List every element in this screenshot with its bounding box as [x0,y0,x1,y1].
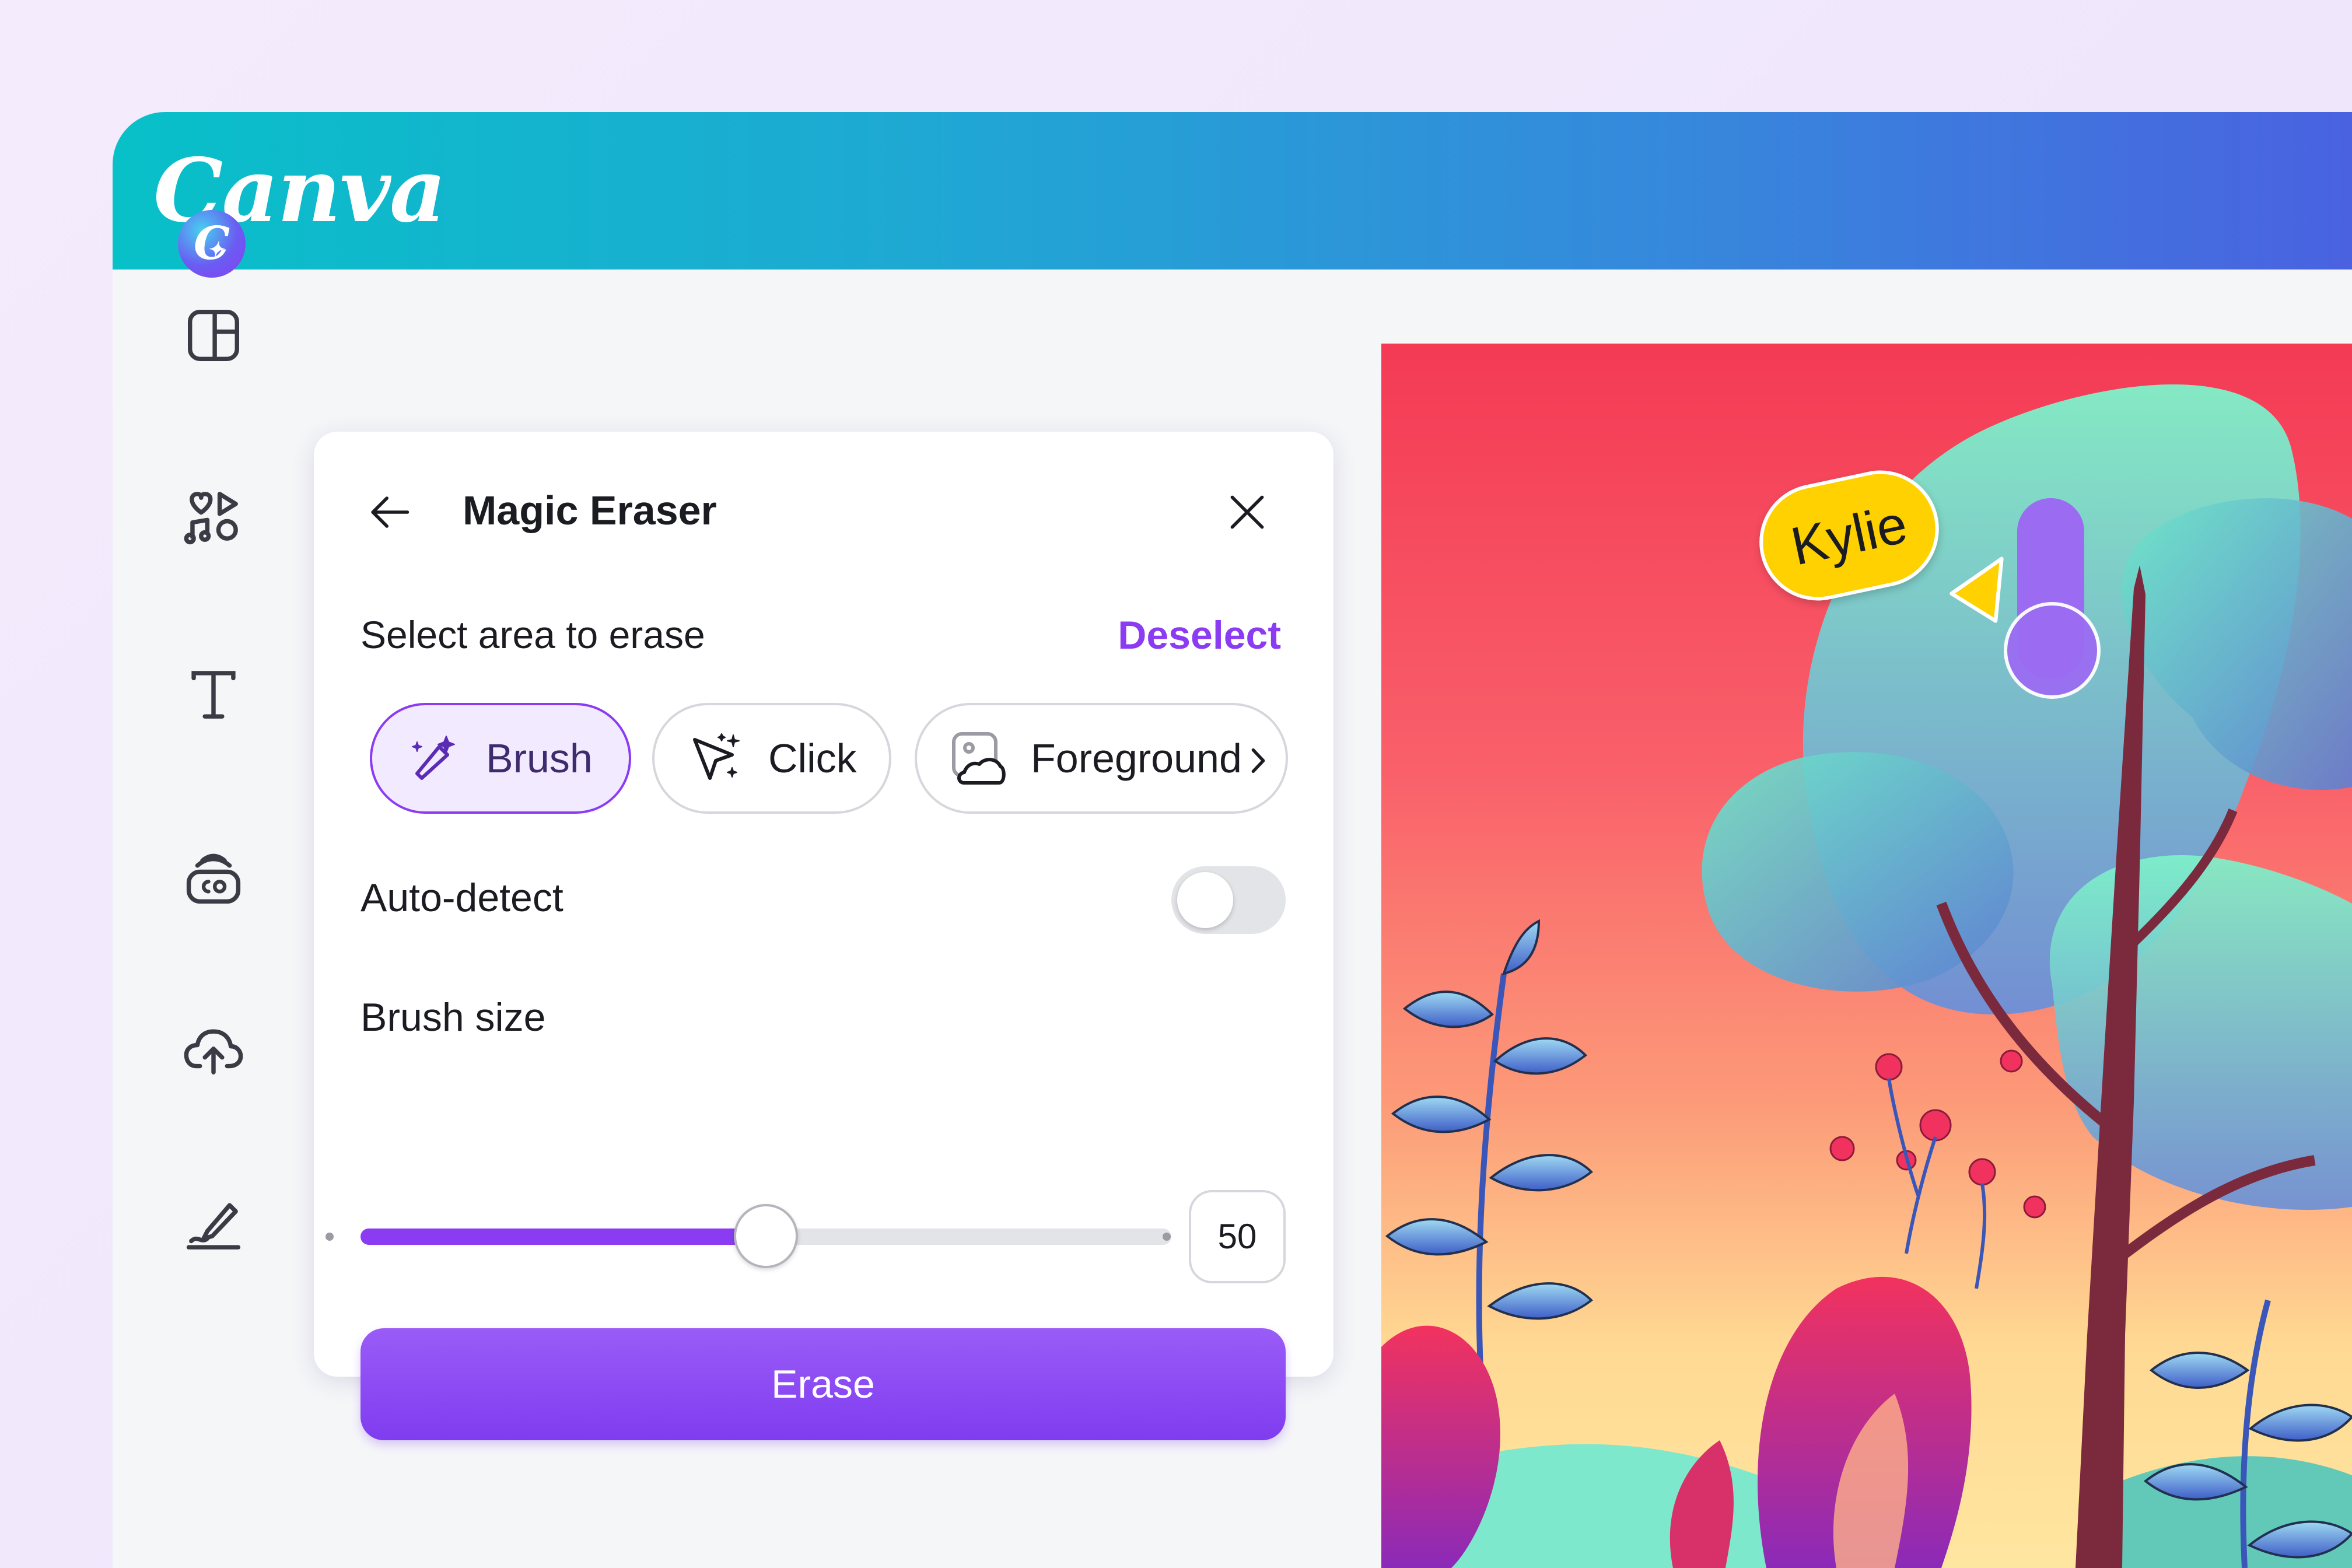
slider-fill [360,1228,766,1245]
brush-cursor [2004,602,2101,699]
brush-mode-label: Brush [486,736,593,781]
sparkle-cursor-icon [687,729,745,788]
brand-icon[interactable] [183,847,244,909]
foreground-mode-label: Foreground [1031,736,1242,781]
foreground-mode-button[interactable]: Foreground [915,703,1288,814]
brush-size-slider[interactable] [360,1204,1171,1268]
close-icon[interactable] [1224,489,1270,536]
auto-detect-label: Auto-detect [360,876,564,920]
brush-size-input[interactable]: 50 [1189,1190,1286,1283]
app-header: Canva [113,112,2352,270]
slider-max-dot [1163,1233,1171,1241]
toggle-knob [1177,872,1233,928]
image-icon [949,729,1007,788]
magic-brush-icon [404,729,463,788]
ai-badge-letter: C [193,217,230,270]
deselect-button[interactable]: Deselect [1118,612,1281,658]
elements-icon[interactable] [183,485,244,547]
click-mode-button[interactable]: Click [652,703,891,814]
magic-eraser-panel: Magic Eraser Select area to erase Desele… [314,432,1334,1440]
upload-icon[interactable] [183,1019,244,1081]
layout-icon[interactable] [183,304,244,366]
chevron-right-icon[interactable] [1242,745,1274,776]
draw-icon[interactable] [183,1194,244,1256]
back-arrow-icon[interactable] [366,489,413,536]
select-area-label: Select area to erase [360,613,705,656]
brush-size-label: Brush size [360,995,546,1040]
magic-ai-button[interactable]: ✦ C [178,210,246,278]
auto-detect-toggle[interactable] [1171,866,1286,934]
panel-title: Magic Eraser [463,488,717,533]
click-mode-label: Click [768,736,857,781]
erase-button[interactable]: Erase [360,1328,1286,1440]
text-icon[interactable] [183,663,244,725]
slider-thumb[interactable] [734,1204,798,1268]
collaborator-pointer-icon [1950,556,2004,623]
slider-min-dot [326,1233,334,1241]
brush-mode-button[interactable]: Brush [370,703,631,814]
